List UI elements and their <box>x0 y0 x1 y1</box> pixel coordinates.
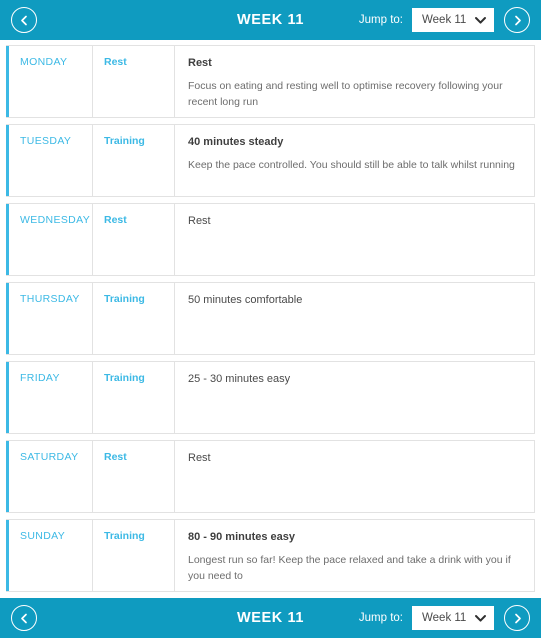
session-title: Rest <box>188 452 211 464</box>
day-card: MONDAY Rest Rest Focus on eating and restin… <box>6 45 535 118</box>
session-title: 40 minutes steady <box>188 136 284 148</box>
day-column: WEDNESDAY <box>9 204 93 275</box>
session-type-column: Rest <box>93 441 175 512</box>
chevron-right-icon <box>514 15 521 25</box>
session-description: Keep the pace controlled. You should sti… <box>188 159 515 172</box>
session-type-label: Training <box>104 293 145 305</box>
day-label: TUESDAY <box>20 135 72 147</box>
day-column: TUESDAY <box>9 125 93 196</box>
day-column: SUNDAY <box>9 520 93 591</box>
week-select[interactable]: Week 11 <box>412 8 494 32</box>
weekly-plan-list: MONDAY Rest Rest Focus on eating and restin… <box>0 45 541 592</box>
session-description: Focus on eating and resting well to opti… <box>188 80 503 108</box>
session-type-label: Training <box>104 530 145 542</box>
day-column: FRIDAY <box>9 362 93 433</box>
day-card: TUESDAY Training 40 minutes steady Keep the… <box>6 124 535 197</box>
next-week-button-footer[interactable] <box>504 605 530 631</box>
session-title: Rest <box>188 215 211 227</box>
week-select-footer[interactable]: Week 11 <box>412 606 494 630</box>
day-column: MONDAY <box>9 46 93 117</box>
day-card: SATURDAY Rest Rest <box>6 440 535 513</box>
session-type-column: Training <box>93 283 175 354</box>
session-detail-column: 40 minutes steady Keep the pace controlle… <box>175 125 534 196</box>
day-column: THURSDAY <box>9 283 93 354</box>
session-type-label: Training <box>104 135 145 147</box>
previous-week-button[interactable] <box>11 7 37 33</box>
day-label: FRIDAY <box>20 372 60 384</box>
chevron-down-icon <box>475 16 486 24</box>
session-type-column: Training <box>93 520 175 591</box>
session-detail-column: 80 - 90 minutes easy Longest run so far! … <box>175 520 534 591</box>
chevron-left-icon <box>20 613 27 623</box>
day-card: SUNDAY Training 80 - 90 minutes easy Longes… <box>6 519 535 592</box>
session-type-label: Rest <box>104 56 127 68</box>
chevron-right-icon <box>514 613 521 623</box>
day-label: THURSDAY <box>20 293 80 305</box>
session-detail-column: Rest <box>175 441 534 512</box>
session-detail-column: Rest Focus on eating and resting well to … <box>175 46 534 117</box>
session-type-column: Training <box>93 362 175 433</box>
session-detail-column: Rest <box>175 204 534 275</box>
next-week-button[interactable] <box>504 7 530 33</box>
jump-to-control-footer: Jump to: Week 11 <box>359 606 494 630</box>
session-title: 25 - 30 minutes easy <box>188 373 291 385</box>
session-title: 50 minutes comfortable <box>188 294 303 306</box>
previous-week-button-footer[interactable] <box>11 605 37 631</box>
session-type-label: Rest <box>104 451 127 463</box>
session-type-column: Rest <box>93 46 175 117</box>
day-label: WEDNESDAY <box>20 214 91 226</box>
day-card: WEDNESDAY Rest Rest <box>6 203 535 276</box>
session-title: 80 - 90 minutes easy <box>188 531 296 543</box>
session-title: Rest <box>188 57 212 69</box>
jump-to-label: Jump to: <box>358 14 403 26</box>
day-card: FRIDAY Training 25 - 30 minutes easy <box>6 361 535 434</box>
jump-to-label-footer: Jump to: <box>358 612 403 624</box>
session-type-label: Training <box>104 372 145 384</box>
week-select-value: Week 11 <box>422 14 467 26</box>
session-type-label: Rest <box>104 214 127 226</box>
day-label: MONDAY <box>20 56 68 68</box>
session-description: Longest run so far! Keep the pace relaxe… <box>188 554 511 582</box>
session-detail-column: 50 minutes comfortable <box>175 283 534 354</box>
day-label: SUNDAY <box>20 530 66 542</box>
session-type-column: Rest <box>93 204 175 275</box>
day-card: THURSDAY Training 50 minutes comfortable <box>6 282 535 355</box>
day-column: SATURDAY <box>9 441 93 512</box>
session-type-column: Training <box>93 125 175 196</box>
footer-navbar: WEEK 11 Jump to: Week 11 <box>0 598 541 638</box>
day-label: SATURDAY <box>20 451 79 463</box>
chevron-down-icon <box>475 614 486 622</box>
header-navbar: WEEK 11 Jump to: Week 11 <box>0 0 541 40</box>
session-detail-column: 25 - 30 minutes easy <box>175 362 534 433</box>
chevron-left-icon <box>20 15 27 25</box>
jump-to-control: Jump to: Week 11 <box>359 8 494 32</box>
week-select-value-footer: Week 11 <box>422 612 467 624</box>
